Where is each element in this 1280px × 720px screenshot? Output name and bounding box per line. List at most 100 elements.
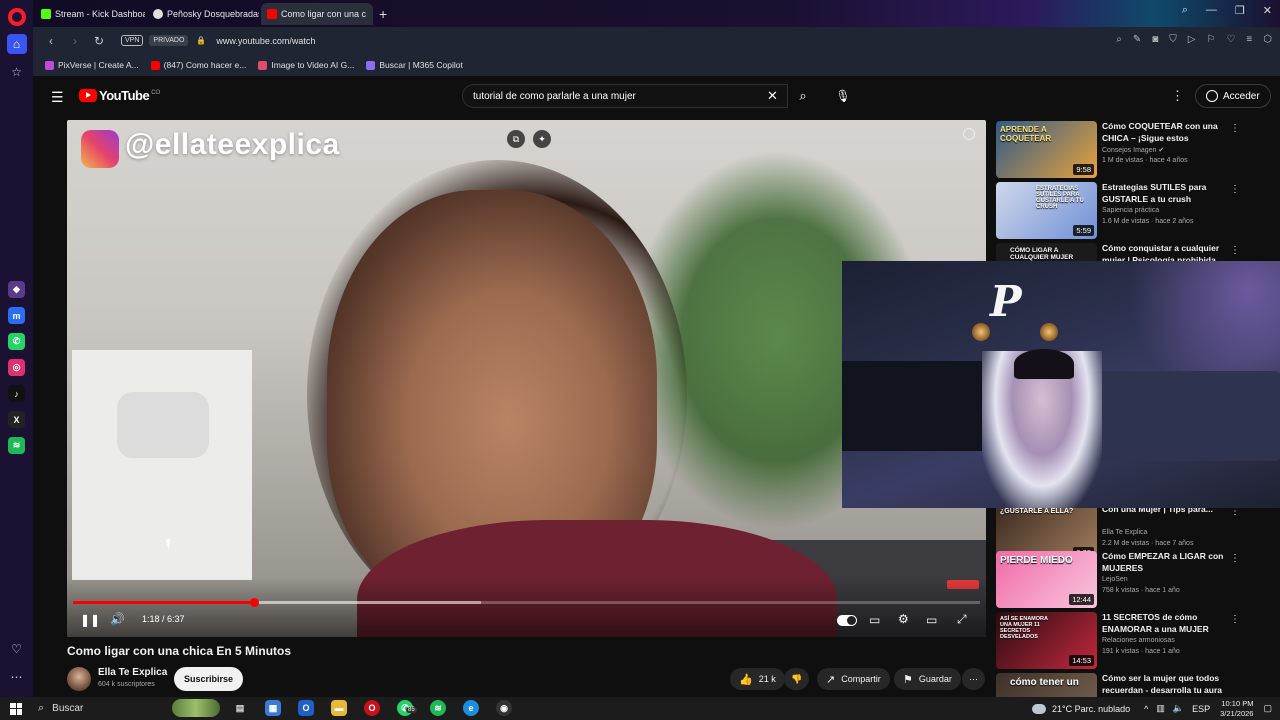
tiktok-icon[interactable]: ♪ (8, 385, 25, 402)
obs-icon[interactable]: ◉ (496, 700, 512, 716)
heart-icon[interactable]: ♡ (7, 639, 27, 659)
clear-search-icon[interactable]: ✕ (767, 88, 778, 104)
search-tabs-icon[interactable]: ⌕ (1182, 4, 1188, 17)
bookmark-icon[interactable]: ⚐ (1206, 34, 1215, 45)
more-vertical-icon[interactable]: ⋮ (1230, 614, 1240, 625)
spotify-icon[interactable]: ≋ (8, 437, 25, 454)
clock[interactable]: 10:10 PM 3/21/2026 (1220, 699, 1253, 719)
weather-text[interactable]: 21°C Parc. nublado (1052, 704, 1130, 714)
recommendation-title[interactable]: Cómo ser la mujer que todos recuerdan - … (1102, 673, 1224, 696)
lock-icon[interactable]: 🔒 (196, 36, 206, 45)
messenger-icon[interactable]: m (8, 307, 25, 324)
subtitles-icon[interactable]: ▭ (869, 613, 880, 627)
minimize-icon[interactable]: — (1206, 4, 1217, 17)
recommendation-thumbnail[interactable]: cómo tener un (996, 673, 1097, 697)
channel-avatar[interactable] (67, 667, 91, 691)
new-tab-icon[interactable]: + (379, 6, 387, 22)
file-explorer-icon[interactable]: ▬ (331, 700, 347, 716)
recommendation-thumbnail[interactable]: APRENDE A COQUETEAR 9:58 (996, 121, 1097, 178)
volume-icon[interactable]: 🔊 (110, 612, 125, 626)
recommendation-channel[interactable]: Relaciones armoniosas (1102, 637, 1175, 644)
recommendation-title[interactable]: 11 SECRETOS de cómo ENAMORAR a una MUJER (1102, 612, 1224, 635)
bookmark-pixverse[interactable]: PixVerse | Create A... (45, 60, 139, 70)
recommendation-item[interactable]: cómo tener un Cómo ser la mujer que todo… (996, 673, 1236, 697)
home-icon[interactable]: ⌂ (6, 34, 27, 54)
star-icon[interactable]: ☆ (7, 62, 27, 82)
recommendation-channel[interactable]: Ella Te Explica (1102, 529, 1147, 536)
progress-bar[interactable] (73, 598, 980, 607)
x-icon[interactable]: X (8, 411, 25, 428)
youtube-logo[interactable]: YouTube CO (79, 88, 160, 103)
shield-icon[interactable]: ⛉ (1169, 34, 1177, 45)
channel-name[interactable]: Ella Te Explica (98, 667, 167, 678)
spotify-taskbar-icon[interactable]: ≋ (430, 700, 446, 716)
menu-icon[interactable]: ≡ (1246, 34, 1252, 45)
dislike-button[interactable]: 👎 (784, 668, 810, 690)
close-window-icon[interactable]: ✕ (1263, 4, 1272, 17)
back-icon[interactable]: ‹ (45, 34, 57, 48)
voice-search-button[interactable]: 🎙 (831, 84, 855, 108)
autoplay-toggle[interactable] (837, 615, 857, 626)
search-input[interactable]: tutorial de como parlarle a una mujer (462, 84, 788, 108)
tab-youtube[interactable]: Como ligar con una c (261, 2, 373, 25)
more-vertical-icon[interactable]: ⋮ (1230, 553, 1240, 564)
recommendation-title[interactable]: Estrategias SUTILES para GUSTARLE a tu c… (1102, 182, 1224, 205)
recommendation-channel[interactable]: Sapiencia práctica (1102, 207, 1159, 214)
outlook-icon[interactable]: O (298, 700, 314, 716)
more-vertical-icon[interactable]: ⋮ (1230, 245, 1240, 256)
edit-icon[interactable]: ✎ (1133, 34, 1141, 45)
pause-icon[interactable]: ❚❚ (80, 613, 100, 627)
language-indicator[interactable]: ESP (1192, 704, 1210, 714)
recommendation-thumbnail[interactable]: ASÍ SE ENAMORA UNA MUJER 11 SECRETOS DES… (996, 612, 1097, 669)
copy-icon[interactable]: ⧉ (507, 130, 525, 148)
whatsapp-icon[interactable]: ✆ (8, 333, 25, 350)
camera-icon[interactable]: ◙ (1152, 34, 1158, 45)
tab-penosky[interactable]: Peñosky Dosquebradas, P (147, 3, 259, 25)
find-icon[interactable]: ⌕ (1116, 34, 1122, 45)
bookmark-image-to-video[interactable]: Image to Video AI G... (258, 60, 354, 70)
chevron-up-icon[interactable]: ^ (1144, 704, 1148, 714)
signin-button[interactable]: Acceder (1195, 84, 1271, 108)
player-icon[interactable]: ▷ (1188, 34, 1196, 45)
bookmark-youtube[interactable]: (847) Como hacer e... (150, 60, 246, 70)
extensions-icon[interactable]: ⬡ (1263, 34, 1272, 45)
theater-mode-icon[interactable]: ▭ (926, 613, 937, 627)
recommendation-item[interactable]: ASÍ SE ENAMORA UNA MUJER 11 SECRETOS DES… (996, 612, 1240, 670)
settings-more-icon[interactable]: ⋮ (1171, 88, 1184, 104)
ai-app-icon[interactable]: ◆ (8, 281, 25, 298)
recommendation-thumbnail[interactable]: ESTRATEGIAS SUTILES PARA GUSTARLE A TU C… (996, 182, 1097, 239)
like-button[interactable]: 👍 21 k (730, 668, 785, 690)
search-button[interactable]: ⌕ (788, 84, 818, 108)
opera-taskbar-icon[interactable]: O (364, 700, 380, 716)
recommendation-channel[interactable]: LejoSen (1102, 576, 1128, 583)
hamburger-menu-icon[interactable]: ☰ (51, 89, 64, 106)
more-icon[interactable]: ⋯ (7, 667, 27, 687)
share-button[interactable]: ↗ Compartir (817, 668, 890, 690)
recommendation-channel[interactable]: Consejos Imagen ✔ (1102, 146, 1164, 154)
fullscreen-icon[interactable]: ⤢ (957, 612, 967, 627)
more-actions-button[interactable]: ⋯ (962, 668, 985, 690)
recommendation-title[interactable]: Cómo EMPEZAR a LIGAR con MUJERES (1102, 551, 1224, 574)
speaker-icon[interactable]: 🔈 (1173, 703, 1184, 714)
favorite-icon[interactable]: ♡ (1226, 34, 1235, 45)
recommendation-item[interactable]: APRENDE A COQUETEAR 9:58 Cómo COQUETEAR … (996, 121, 1240, 179)
reload-icon[interactable]: ↻ (93, 34, 105, 48)
task-view-icon[interactable]: ▤ (232, 700, 248, 716)
recommendation-thumbnail[interactable]: PIERDE MIEDO 12:44 (996, 551, 1097, 608)
maximize-icon[interactable]: ❐ (1235, 4, 1245, 17)
save-button[interactable]: ⚑ Guardar (894, 668, 961, 690)
subscribe-button[interactable]: Suscribirse (174, 667, 244, 691)
vpn-badge[interactable]: VPN (121, 35, 144, 46)
notifications-icon[interactable]: ▢ (1263, 703, 1272, 714)
instagram-icon[interactable]: ◎ (8, 359, 25, 376)
recommendation-item[interactable]: PIERDE MIEDO 12:44 Cómo EMPEZAR a LIGAR … (996, 551, 1240, 609)
recommendation-title[interactable]: Cómo COQUETEAR con una CHICA – ¡Sigue es… (1102, 121, 1224, 145)
url-field[interactable]: www.youtube.com/watch (216, 36, 315, 46)
opera-logo-icon[interactable] (7, 8, 26, 26)
settings-gear-icon[interactable]: ⚙ (898, 612, 909, 626)
edge-icon[interactable]: e (463, 700, 479, 716)
store-icon[interactable]: ▦ (265, 700, 281, 716)
bookmark-copilot[interactable]: Buscar | M365 Copilot (366, 60, 463, 70)
tab-kick[interactable]: Stream - Kick Dashboard (35, 3, 145, 25)
forward-icon[interactable]: › (69, 34, 81, 48)
